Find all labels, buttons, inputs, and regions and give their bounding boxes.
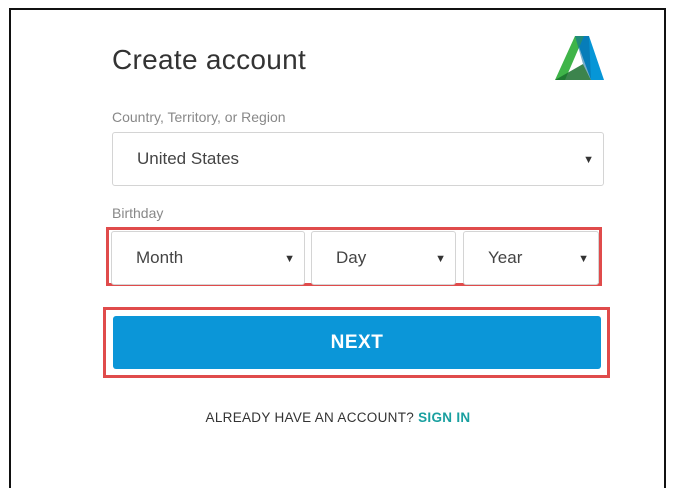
year-select[interactable]: Year ▼ [463, 231, 599, 285]
birthday-label: Birthday [112, 205, 164, 221]
already-have-account-text: ALREADY HAVE AN ACCOUNT? [205, 410, 415, 425]
day-select[interactable]: Day ▼ [311, 231, 456, 285]
caret-down-icon: ▼ [284, 253, 295, 266]
sign-in-link[interactable]: SIGN IN [418, 410, 470, 425]
caret-down-icon: ▼ [583, 154, 594, 167]
page-title: Create account [112, 44, 307, 75]
country-value: United States [137, 149, 240, 168]
autodesk-logo-icon [555, 36, 604, 80]
next-button[interactable]: NEXT [113, 316, 601, 369]
country-select[interactable]: United States ▼ [112, 132, 604, 186]
country-label: Country, Territory, or Region [112, 109, 286, 125]
caret-down-icon: ▼ [578, 253, 589, 266]
next-button-highlight: NEXT [103, 307, 610, 378]
signin-row: ALREADY HAVE AN ACCOUNT? SIGN IN [0, 410, 676, 425]
year-value: Year [488, 248, 523, 267]
birthday-selects-group: Month ▼ Day ▼ Year ▼ [106, 227, 602, 286]
caret-down-icon: ▼ [435, 253, 446, 266]
month-select[interactable]: Month ▼ [111, 231, 305, 285]
month-value: Month [136, 248, 184, 267]
day-value: Day [336, 248, 367, 267]
